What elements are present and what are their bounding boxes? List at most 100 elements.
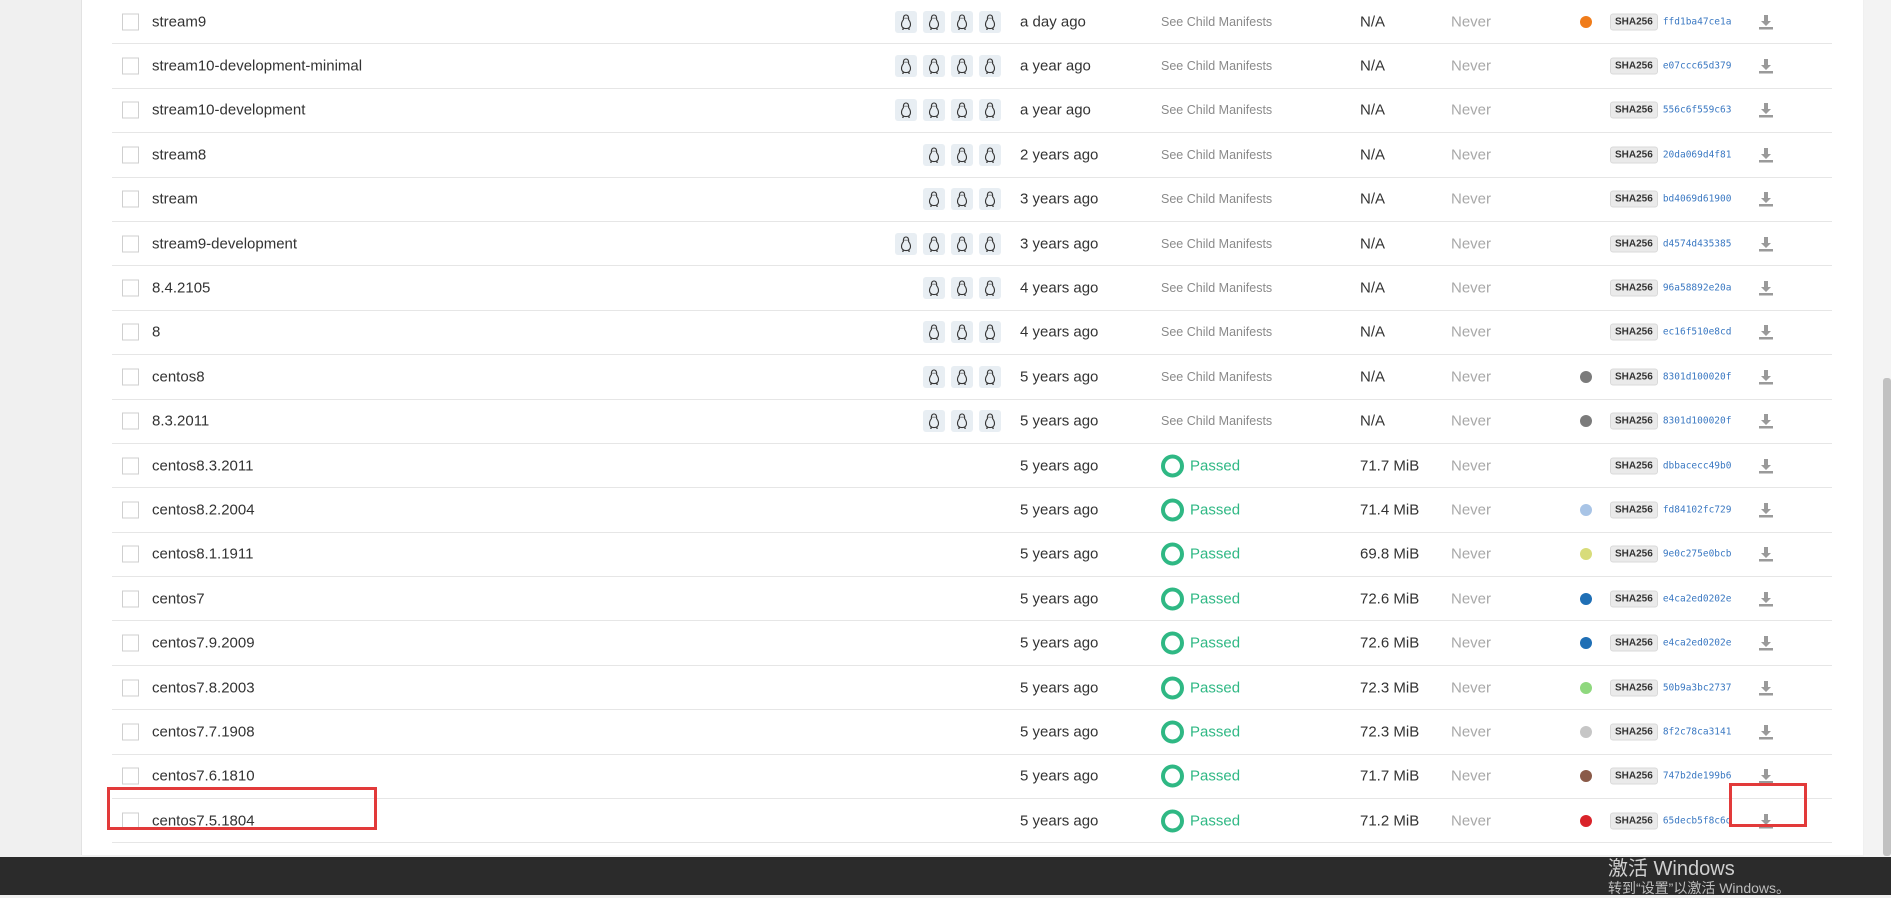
security-scan-passed[interactable]: Passed bbox=[1161, 720, 1240, 744]
linux-os-badge[interactable] bbox=[951, 99, 973, 122]
row-checkbox[interactable] bbox=[122, 368, 139, 386]
see-child-manifests-link[interactable]: See Child Manifests bbox=[1161, 325, 1272, 339]
see-child-manifests-link[interactable]: See Child Manifests bbox=[1161, 370, 1272, 384]
manifest-digest[interactable]: SHA256 96a58892e20a bbox=[1610, 279, 1731, 297]
manifest-digest[interactable]: SHA256 ec16f510e8cd bbox=[1610, 323, 1731, 341]
download-icon[interactable] bbox=[1758, 724, 1774, 740]
download-icon[interactable] bbox=[1758, 635, 1774, 651]
linux-os-badge[interactable] bbox=[979, 99, 1001, 122]
linux-os-badge[interactable] bbox=[895, 232, 917, 255]
linux-os-badge[interactable] bbox=[923, 321, 945, 344]
download-icon[interactable] bbox=[1758, 413, 1774, 429]
manifest-digest[interactable]: SHA256 fd84102fc729 bbox=[1610, 501, 1731, 519]
row-checkbox[interactable] bbox=[122, 590, 139, 608]
see-child-manifests-link[interactable]: See Child Manifests bbox=[1161, 148, 1272, 162]
linux-os-badge[interactable] bbox=[923, 143, 945, 166]
manifest-digest[interactable]: SHA256 d4574d435385 bbox=[1610, 235, 1731, 253]
linux-os-badge[interactable] bbox=[951, 10, 973, 33]
manifest-digest[interactable]: SHA256 e07ccc65d379 bbox=[1610, 57, 1731, 75]
see-child-manifests-link[interactable]: See Child Manifests bbox=[1161, 237, 1272, 251]
manifest-digest[interactable]: SHA256 8301d100020f bbox=[1610, 412, 1731, 430]
manifest-digest[interactable]: SHA256 65decb5f8c6d bbox=[1610, 812, 1731, 830]
linux-os-badge[interactable] bbox=[979, 10, 1001, 33]
tag-name[interactable]: centos7.7.1908 bbox=[152, 723, 255, 740]
tag-name[interactable]: centos7.8.2003 bbox=[152, 679, 255, 696]
download-icon[interactable] bbox=[1758, 58, 1774, 74]
linux-os-badge[interactable] bbox=[951, 143, 973, 166]
download-icon[interactable] bbox=[1758, 546, 1774, 562]
see-child-manifests-link[interactable]: See Child Manifests bbox=[1161, 281, 1272, 295]
security-scan-passed[interactable]: Passed bbox=[1161, 809, 1240, 833]
linux-os-badge[interactable] bbox=[979, 143, 1001, 166]
linux-os-badge[interactable] bbox=[923, 10, 945, 33]
linux-os-badge[interactable] bbox=[979, 410, 1001, 433]
security-scan-passed[interactable]: Passed bbox=[1161, 542, 1240, 566]
linux-os-badge[interactable] bbox=[923, 99, 945, 122]
see-child-manifests-link[interactable]: See Child Manifests bbox=[1161, 192, 1272, 206]
row-checkbox[interactable] bbox=[122, 767, 139, 785]
security-scan-passed[interactable]: Passed bbox=[1161, 676, 1240, 700]
linux-os-badge[interactable] bbox=[923, 232, 945, 255]
linux-os-badge[interactable] bbox=[979, 55, 1001, 78]
download-icon[interactable] bbox=[1758, 102, 1774, 118]
security-scan-passed[interactable]: Passed bbox=[1161, 587, 1240, 611]
manifest-digest[interactable]: SHA256 8f2c78ca3141 bbox=[1610, 723, 1731, 741]
linux-os-badge[interactable] bbox=[951, 365, 973, 388]
row-checkbox[interactable] bbox=[122, 57, 139, 75]
linux-os-badge[interactable] bbox=[951, 188, 973, 211]
tag-name[interactable]: stream9 bbox=[152, 13, 206, 30]
download-icon[interactable] bbox=[1758, 680, 1774, 696]
download-icon[interactable] bbox=[1758, 768, 1774, 784]
linux-os-badge[interactable] bbox=[923, 365, 945, 388]
tag-name[interactable]: centos8 bbox=[152, 368, 205, 385]
tag-name[interactable]: stream10-development-minimal bbox=[152, 58, 362, 75]
security-scan-passed[interactable]: Passed bbox=[1161, 498, 1240, 522]
tag-name[interactable]: stream10-development bbox=[152, 102, 305, 119]
tag-name[interactable]: centos7.6.1810 bbox=[152, 768, 255, 785]
manifest-digest[interactable]: SHA256 ffd1ba47ce1a bbox=[1610, 13, 1731, 31]
linux-os-badge[interactable] bbox=[895, 55, 917, 78]
tag-name[interactable]: 8 bbox=[152, 324, 160, 341]
linux-os-badge[interactable] bbox=[951, 277, 973, 300]
tag-name[interactable]: centos8.1.1911 bbox=[152, 546, 253, 563]
row-checkbox[interactable] bbox=[122, 457, 139, 475]
download-icon[interactable] bbox=[1758, 591, 1774, 607]
linux-os-badge[interactable] bbox=[951, 321, 973, 344]
row-checkbox[interactable] bbox=[122, 723, 139, 741]
manifest-digest[interactable]: SHA256 8301d100020f bbox=[1610, 368, 1731, 386]
linux-os-badge[interactable] bbox=[923, 55, 945, 78]
download-icon[interactable] bbox=[1758, 236, 1774, 252]
download-icon[interactable] bbox=[1758, 191, 1774, 207]
row-checkbox[interactable] bbox=[122, 190, 139, 208]
row-checkbox[interactable] bbox=[122, 679, 139, 697]
linux-os-badge[interactable] bbox=[951, 232, 973, 255]
row-checkbox[interactable] bbox=[122, 101, 139, 119]
linux-os-badge[interactable] bbox=[951, 55, 973, 78]
download-icon[interactable] bbox=[1758, 324, 1774, 340]
security-scan-passed[interactable]: Passed bbox=[1161, 454, 1240, 478]
tag-name[interactable]: centos7.9.2009 bbox=[152, 635, 255, 652]
linux-os-badge[interactable] bbox=[979, 188, 1001, 211]
linux-os-badge[interactable] bbox=[979, 365, 1001, 388]
download-icon[interactable] bbox=[1758, 458, 1774, 474]
row-checkbox[interactable] bbox=[122, 323, 139, 341]
security-scan-passed[interactable]: Passed bbox=[1161, 631, 1240, 655]
row-checkbox[interactable] bbox=[122, 412, 139, 430]
row-checkbox[interactable] bbox=[122, 13, 139, 31]
see-child-manifests-link[interactable]: See Child Manifests bbox=[1161, 414, 1272, 428]
tag-name[interactable]: 8.3.2011 bbox=[152, 413, 209, 430]
tag-name[interactable]: centos7 bbox=[152, 590, 205, 607]
linux-os-badge[interactable] bbox=[951, 410, 973, 433]
download-icon[interactable] bbox=[1758, 502, 1774, 518]
tag-name[interactable]: centos8.3.2011 bbox=[152, 457, 253, 474]
download-icon[interactable] bbox=[1758, 14, 1774, 30]
linux-os-badge[interactable] bbox=[895, 10, 917, 33]
linux-os-badge[interactable] bbox=[979, 232, 1001, 255]
see-child-manifests-link[interactable]: See Child Manifests bbox=[1161, 103, 1272, 117]
row-checkbox[interactable] bbox=[122, 501, 139, 519]
see-child-manifests-link[interactable]: See Child Manifests bbox=[1161, 15, 1272, 29]
tag-name[interactable]: centos8.2.2004 bbox=[152, 501, 255, 518]
manifest-digest[interactable]: SHA256 556c6f559c63 bbox=[1610, 101, 1731, 119]
manifest-digest[interactable]: SHA256 e4ca2ed0202e bbox=[1610, 590, 1731, 608]
manifest-digest[interactable]: SHA256 e4ca2ed0202e bbox=[1610, 634, 1731, 652]
